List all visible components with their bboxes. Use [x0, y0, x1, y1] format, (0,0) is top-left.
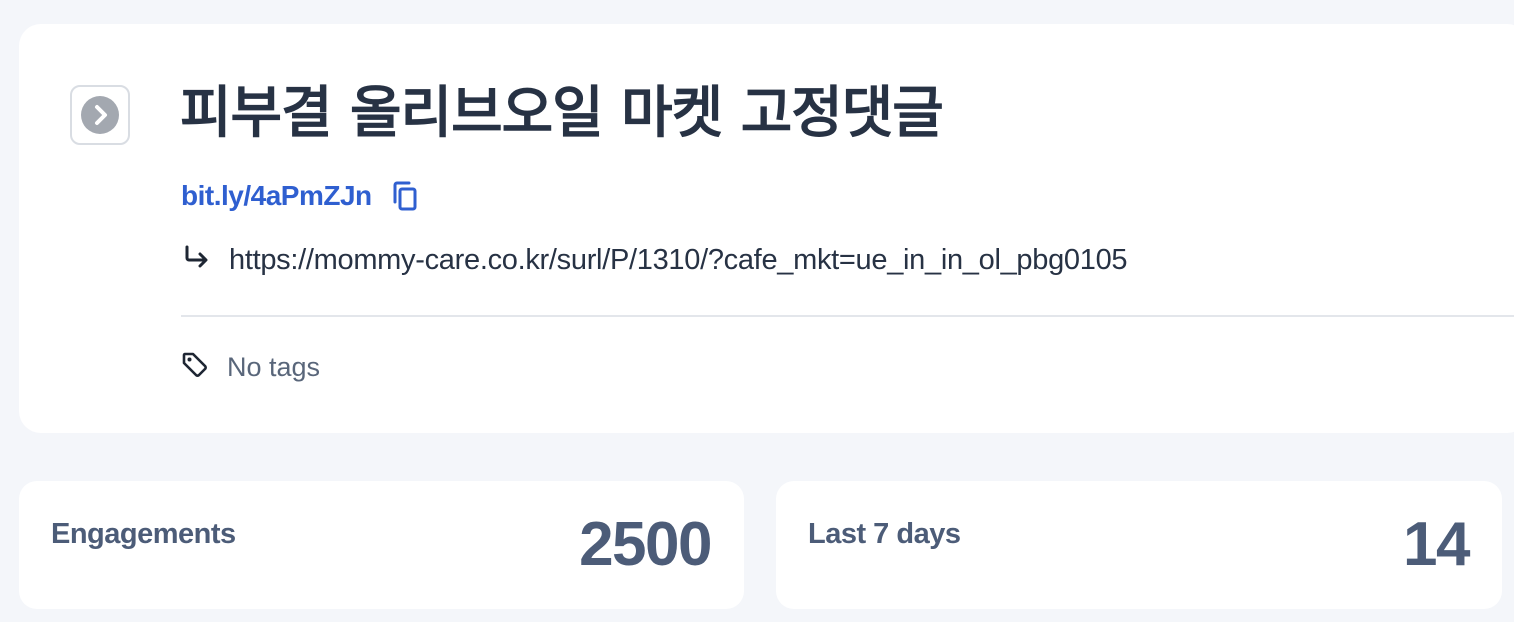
- last-7-days-card: Last 7 days 14: [776, 481, 1502, 609]
- divider: [181, 315, 1514, 317]
- link-details-card: 피부결 올리브오일 마켓 고정댓글 bit.ly/4aPmZJn https:/…: [19, 24, 1514, 433]
- destination-row: https://mommy-care.co.kr/surl/P/1310/?ca…: [183, 240, 1128, 280]
- copy-icon[interactable]: [390, 179, 420, 213]
- last-7-days-label: Last 7 days: [808, 518, 961, 550]
- redirect-arrow-icon: [183, 244, 229, 277]
- chevron-right-circle-icon: [80, 95, 120, 135]
- engagements-card: Engagements 2500: [19, 481, 744, 609]
- tags-row: No tags: [181, 346, 320, 388]
- engagements-value: 2500: [579, 510, 712, 579]
- short-link-row: bit.ly/4aPmZJn: [181, 176, 420, 216]
- engagements-label: Engagements: [51, 518, 236, 550]
- expand-button[interactable]: [70, 85, 130, 145]
- tag-icon: [181, 351, 227, 384]
- short-link[interactable]: bit.ly/4aPmZJn: [181, 180, 372, 212]
- last-7-days-value: 14: [1403, 510, 1470, 579]
- tags-label: No tags: [227, 351, 321, 382]
- destination-url[interactable]: https://mommy-care.co.kr/surl/P/1310/?ca…: [229, 244, 1128, 277]
- link-title: 피부결 올리브오일 마켓 고정댓글: [180, 81, 944, 146]
